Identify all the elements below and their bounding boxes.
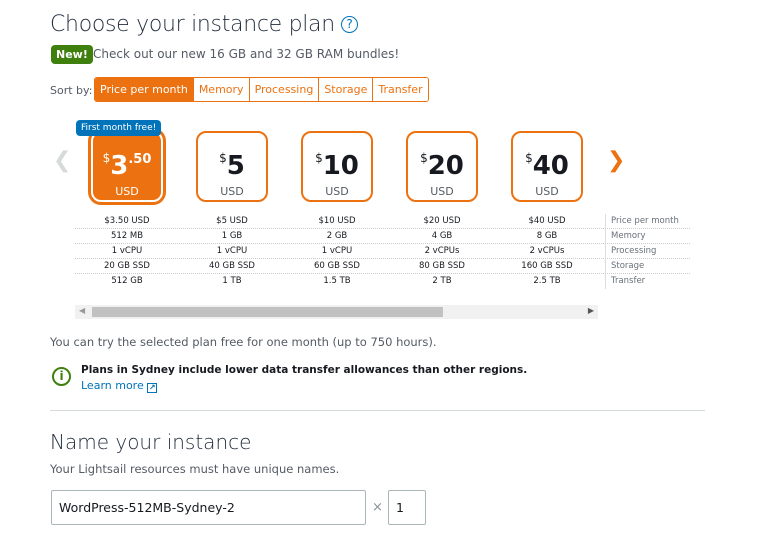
spec-cell: $10 USD <box>318 216 356 226</box>
spec-row-label: Price per month <box>605 214 695 229</box>
price-whole: 20 <box>427 151 464 181</box>
price-whole: 5 <box>226 151 245 181</box>
spec-cell: 512 GB <box>111 276 143 286</box>
spec-row-transfer: 512 GB 1 TB 1.5 TB 2 TB 2.5 TB Transfer <box>75 274 690 289</box>
plan-price: $5 <box>198 143 266 181</box>
divider <box>50 410 705 411</box>
spec-cell: $40 USD <box>528 216 566 226</box>
plan-card[interactable]: $20 USD <box>406 131 478 202</box>
times-symbol: × <box>372 500 383 515</box>
plan-card[interactable]: $3.50 USD <box>91 131 163 202</box>
spec-row-label: Memory <box>605 229 695 244</box>
plan-price: $40 <box>513 143 581 181</box>
new-bundles-text: Check out our new 16 GB and 32 GB RAM bu… <box>93 47 400 61</box>
spec-cell: 2 vCPUs <box>529 246 565 256</box>
info-text: Plans in Sydney include lower data trans… <box>81 364 528 376</box>
plan-currency: USD <box>220 185 244 198</box>
spec-cell: 1.5 TB <box>323 276 351 286</box>
spec-cell: 1 vCPU <box>111 246 143 256</box>
price-whole: 40 <box>532 151 569 181</box>
plan-card[interactable]: $10 USD <box>301 131 373 202</box>
plan-currency: USD <box>535 185 559 198</box>
plan-price: $3.50 <box>93 143 161 181</box>
plan-price: $10 <box>303 143 371 181</box>
scrollbar-thumb[interactable] <box>92 307 443 317</box>
trial-note: You can try the selected plan free for o… <box>50 335 437 349</box>
price-whole: 3 <box>110 151 129 181</box>
plan-card[interactable]: $40 USD <box>511 131 583 202</box>
sort-price[interactable]: Price per month <box>95 78 193 101</box>
price-cents: .50 <box>128 152 152 167</box>
name-section-title: Name your instance <box>50 430 252 454</box>
scroll-left-icon[interactable]: ◀ <box>79 306 85 315</box>
plan-currency: USD <box>430 185 454 198</box>
spec-cell: $3.50 USD <box>104 216 150 226</box>
instance-count-input[interactable] <box>388 490 426 525</box>
scroll-right-icon[interactable]: ▶ <box>588 306 594 315</box>
page-title: Choose your instance plan? <box>50 12 358 37</box>
help-icon[interactable]: ? <box>340 16 358 33</box>
spec-cell: 8 GB <box>536 231 558 241</box>
sort-transfer[interactable]: Transfer <box>372 78 428 101</box>
learn-more-link[interactable]: Learn more ↗ <box>81 379 158 393</box>
currency-symbol: $ <box>315 151 323 165</box>
info-icon: i <box>52 367 71 386</box>
spec-row-price: $3.50 USD $5 USD $10 USD $20 USD $40 USD Pric… <box>75 214 690 229</box>
spec-row-label: Storage <box>605 259 695 274</box>
horizontal-scrollbar[interactable]: ◀ ▶ <box>75 305 598 319</box>
currency-symbol: $ <box>525 151 533 165</box>
spec-row-processing: 1 vCPU 1 vCPU 1 vCPU 2 vCPUs 2 vCPUs Processi… <box>75 244 690 259</box>
title-text: Choose your instance plan <box>50 12 335 37</box>
prev-arrow-icon[interactable]: ❮ <box>53 148 71 173</box>
plan-card[interactable]: $5 USD <box>196 131 268 202</box>
spec-cell: 2 TB <box>432 276 452 286</box>
sort-memory[interactable]: Memory <box>192 78 249 101</box>
spec-cell: $5 USD <box>216 216 248 226</box>
currency-symbol: $ <box>420 151 428 165</box>
spec-cell: 512 MB <box>110 231 144 241</box>
currency-symbol: $ <box>219 151 227 165</box>
spec-row-storage: 20 GB SSD 40 GB SSD 60 GB SSD 80 GB SSD 160 … <box>75 259 690 274</box>
spec-row-memory: 512 MB 1 GB 2 GB 4 GB 8 GB Memory <box>75 229 690 244</box>
spec-cell: 2.5 TB <box>533 276 561 286</box>
next-arrow-icon[interactable]: ❯ <box>607 148 625 173</box>
first-month-free-badge: First month free! <box>76 120 162 136</box>
spec-cell: 2 GB <box>326 231 348 241</box>
spec-cell: 2 vCPUs <box>424 246 460 256</box>
spec-cell: 80 GB SSD <box>419 261 465 271</box>
plan-currency: USD <box>115 185 139 198</box>
spec-cell: 1 vCPU <box>321 246 353 256</box>
learn-more-text[interactable]: Learn more <box>81 379 144 392</box>
sort-label: Sort by: <box>50 84 93 97</box>
spec-row-label: Processing <box>605 244 695 259</box>
spec-cell: 20 GB SSD <box>104 261 150 271</box>
spec-cell: $20 USD <box>423 216 461 226</box>
spec-cell: 160 GB SSD <box>521 261 573 271</box>
spec-cell: 1 TB <box>222 276 242 286</box>
instance-name-input[interactable] <box>51 490 366 525</box>
spec-cell: 4 GB <box>431 231 453 241</box>
sort-processing[interactable]: Processing <box>248 78 319 101</box>
external-link-icon: ↗ <box>147 383 158 393</box>
sort-storage[interactable]: Storage <box>318 78 373 101</box>
name-section-subtitle: Your Lightsail resources must have uniqu… <box>50 462 340 476</box>
price-whole: 10 <box>322 151 359 181</box>
spec-cell: 40 GB SSD <box>209 261 255 271</box>
spec-cell: 1 vCPU <box>216 246 248 256</box>
spec-cell: 60 GB SSD <box>314 261 360 271</box>
spec-cell: 1 GB <box>221 231 243 241</box>
new-badge: New! <box>51 45 93 64</box>
plan-currency: USD <box>325 185 349 198</box>
plan-price: $20 <box>408 143 476 181</box>
sort-segmented-control: Price per month Memory Processing Storag… <box>94 77 429 102</box>
spec-row-label: Transfer <box>605 274 695 289</box>
